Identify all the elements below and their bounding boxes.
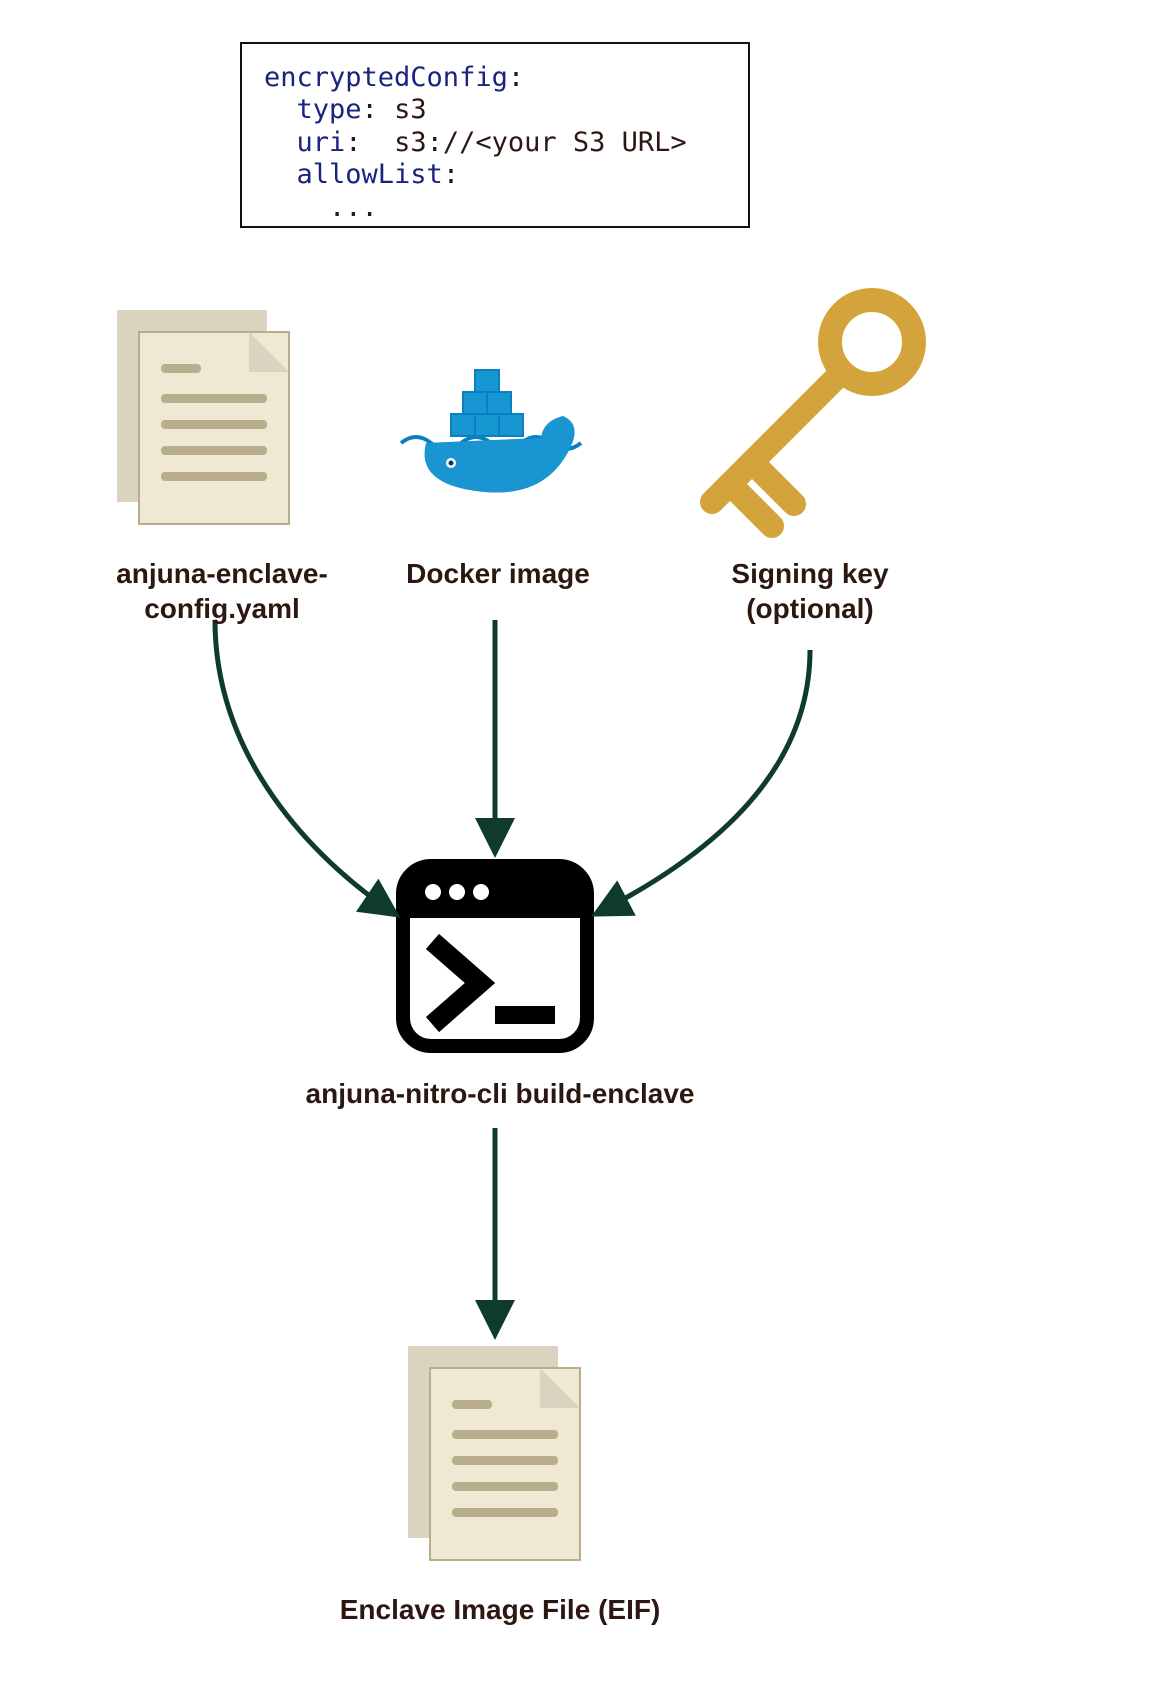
code-key: uri — [297, 127, 346, 158]
key-icon — [682, 282, 942, 547]
key-label-line1: Signing key — [731, 558, 888, 589]
code-val: s3 — [394, 94, 427, 125]
code-key: encryptedConfig — [264, 62, 508, 93]
document-icon — [400, 1338, 600, 1578]
config-code-box: encryptedConfig: type: s3 uri: s3://<you… — [240, 42, 750, 228]
docker-label: Docker image — [398, 556, 598, 591]
terminal-icon — [395, 858, 595, 1063]
document-icon — [109, 302, 309, 542]
code-key: type — [297, 94, 362, 125]
code-key: allowList — [297, 159, 443, 190]
config-label: anjuna-enclave-config.yaml — [42, 556, 402, 626]
key-label: Signing key (optional) — [690, 556, 930, 626]
docker-icon — [396, 348, 596, 513]
key-label-line2: (optional) — [746, 593, 874, 624]
eif-label: Enclave Image File (EIF) — [320, 1592, 680, 1627]
code-val: ... — [329, 192, 378, 223]
cli-label: anjuna-nitro-cli build-enclave — [280, 1076, 720, 1111]
code-val: s3://<your S3 URL> — [394, 127, 687, 158]
